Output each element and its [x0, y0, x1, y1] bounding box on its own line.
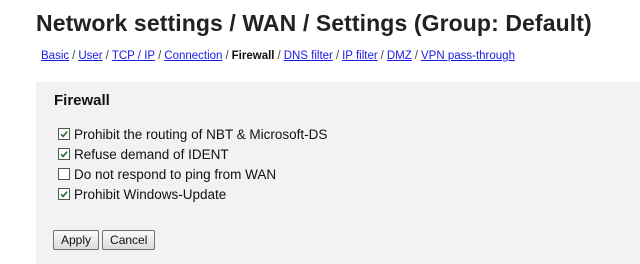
cancel-button[interactable]: Cancel: [102, 230, 156, 250]
option-prohibit-windows-update[interactable]: Prohibit Windows-Update: [58, 184, 327, 204]
option-prohibit-nbt-routing[interactable]: Prohibit the routing of NBT & Microsoft-…: [58, 124, 327, 144]
breadcrumb-separator: /: [225, 50, 229, 62]
breadcrumb-separator: /: [277, 50, 281, 62]
breadcrumb-item-basic[interactable]: Basic: [41, 50, 69, 62]
checkbox[interactable]: [58, 128, 70, 140]
option-label: Refuse demand of IDENT: [74, 146, 229, 162]
checkbox[interactable]: [58, 168, 70, 180]
checkbox[interactable]: [58, 188, 70, 200]
option-refuse-ident[interactable]: Refuse demand of IDENT: [58, 144, 327, 164]
section-title-firewall: Firewall: [54, 92, 110, 109]
breadcrumb-item-ip-filter[interactable]: IP filter: [342, 50, 378, 62]
firewall-options: Prohibit the routing of NBT & Microsoft-…: [58, 124, 327, 204]
form-buttons: Apply Cancel: [53, 230, 156, 250]
breadcrumb-separator: /: [72, 50, 76, 62]
breadcrumb: Basic / User / TCP / IP / Connection / Firewall /…: [41, 50, 515, 62]
checkbox[interactable]: [58, 148, 70, 160]
breadcrumb-item-vpn-pass-through[interactable]: VPN pass-through: [421, 50, 515, 62]
breadcrumb-item-user[interactable]: User: [78, 50, 102, 62]
breadcrumb-item-dmz[interactable]: DMZ: [387, 50, 412, 62]
checkmark-icon: [60, 131, 68, 138]
apply-button[interactable]: Apply: [53, 230, 100, 250]
checkmark-icon: [60, 191, 68, 198]
option-label: Do not respond to ping from WAN: [74, 166, 277, 182]
breadcrumb-separator: /: [414, 50, 418, 62]
breadcrumb-separator: /: [335, 50, 340, 62]
breadcrumb-item-firewall: Firewall: [231, 50, 275, 62]
breadcrumb-item-tcp-ip[interactable]: TCP / IP: [112, 50, 155, 62]
firewall-panel: Firewall Prohibit the routing of NBT & M…: [36, 82, 640, 264]
breadcrumb-item-connection[interactable]: Connection: [164, 50, 222, 62]
breadcrumb-separator: /: [158, 50, 162, 62]
option-label: Prohibit the routing of NBT & Microsoft-…: [74, 126, 328, 142]
option-label: Prohibit Windows-Update: [74, 186, 227, 202]
breadcrumb-separator: /: [380, 50, 384, 62]
breadcrumb-separator: /: [105, 50, 109, 62]
breadcrumb-item-dns-filter[interactable]: DNS filter: [284, 50, 333, 62]
option-no-ping-response[interactable]: Do not respond to ping from WAN: [58, 164, 327, 184]
checkmark-icon: [60, 151, 68, 158]
page-title: Network settings / WAN / Settings (Group…: [36, 10, 592, 36]
